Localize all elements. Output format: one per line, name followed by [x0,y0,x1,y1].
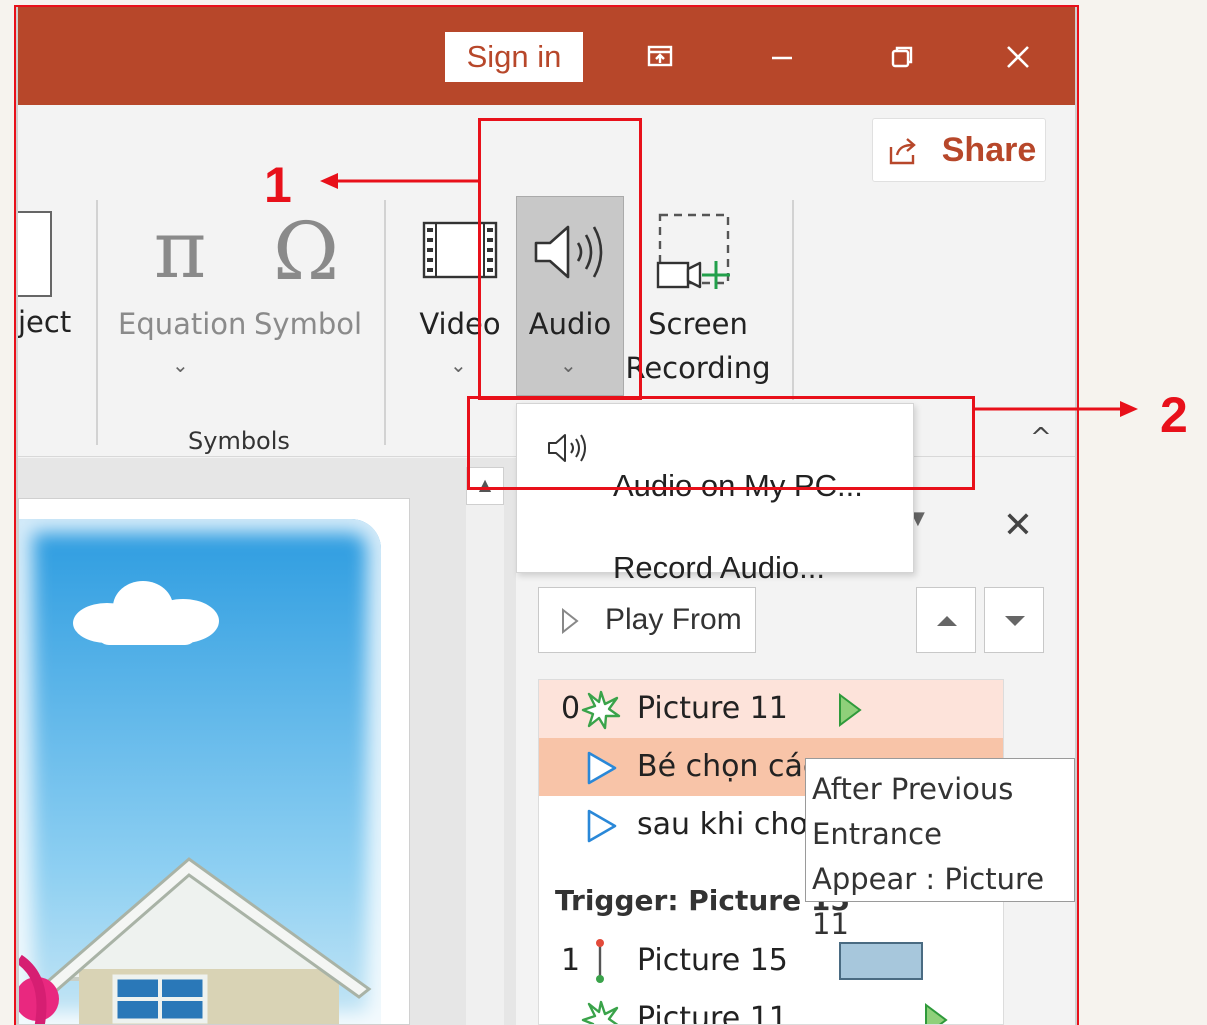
entrance-star-icon [581,690,621,730]
move-up-icon [937,616,957,626]
ribbon-separator [96,200,98,445]
annotation-number-2: 2 [1160,387,1188,443]
ribbon-display-options-icon[interactable] [632,29,688,85]
title-bar: Sign in [18,7,1075,105]
tooltip-line: After Previous [812,772,1014,806]
sign-in-button[interactable]: Sign in [445,32,583,82]
annotation-box-audio-on-my-pc [467,396,975,490]
ribbon-separator [792,200,794,400]
equation-icon: π [153,203,207,296]
animation-tooltip: After Previous Entrance Appear : Picture… [805,758,1075,941]
annotation-arrow-2 [974,401,1138,417]
collapse-ribbon-icon[interactable]: ^ [1030,423,1052,453]
restore-icon[interactable] [874,29,930,85]
timing-bar-icon [925,1003,948,1024]
video-chevron-icon: ⌄ [450,353,467,377]
minimize-icon[interactable] [754,29,810,85]
play-triangle-icon [587,809,617,843]
animation-item-label: Bé chọn các [637,749,820,784]
play-triangle-icon [587,751,617,785]
animation-item-label: Picture 15 [637,943,788,978]
tooltip-line: Appear : Picture 11 [812,862,1045,941]
animation-item-number: 0 [561,691,581,726]
slide-canvas[interactable] [18,498,410,1025]
move-down-icon [1005,616,1025,626]
equation-button[interactable]: Equation [118,307,246,341]
animation-item-label: Picture 11 [637,1001,788,1025]
screen-recording-button-line1[interactable]: Screen [634,307,762,341]
move-up-button[interactable] [916,587,976,653]
house-image [19,857,372,1024]
record-audio-item[interactable]: Record Audio... [517,488,913,585]
object-button-label[interactable]: ject [18,305,74,339]
cloud-image [73,581,219,645]
animation-item-number: 1 [561,943,581,978]
screen-recording-button-line2[interactable]: Recording [624,351,772,385]
annotation-arrow-1 [320,173,480,189]
symbols-group-label: Symbols [188,427,290,455]
slide-scrollbar[interactable]: ▲ [466,467,504,1025]
pane-close-button[interactable]: ✕ [996,503,1040,547]
symbol-icon: Ω [272,205,340,298]
slide-editor [18,458,516,1025]
animation-item-label: Picture 11 [637,691,788,726]
entrance-star-icon [581,1000,619,1024]
motion-path-icon [596,939,604,983]
annotation-number-1: 1 [264,157,292,213]
timing-bar[interactable] [839,942,923,980]
tooltip-line: Entrance [812,817,942,851]
move-down-button[interactable] [984,587,1044,653]
animation-item-label: sau khi chơi [637,807,817,842]
animation-item[interactable]: 0 Picture 11 [539,680,1003,738]
timing-bar-icon [839,693,862,727]
symbol-button[interactable]: Symbol [254,307,362,341]
annotation-box-audio [478,118,642,400]
record-audio-label: Record Audio... [613,550,825,585]
ribbon-separator [384,200,386,445]
share-button[interactable]: Share [872,118,1046,182]
object-icon [18,211,52,297]
close-icon[interactable] [990,29,1046,85]
screen-recording-icon [656,213,730,289]
equation-chevron-icon: ⌄ [172,353,189,377]
play-icon [562,608,579,634]
share-icon [889,138,916,165]
share-label: Share [941,131,1037,169]
animation-item[interactable]: Picture 11 [539,990,1003,1025]
